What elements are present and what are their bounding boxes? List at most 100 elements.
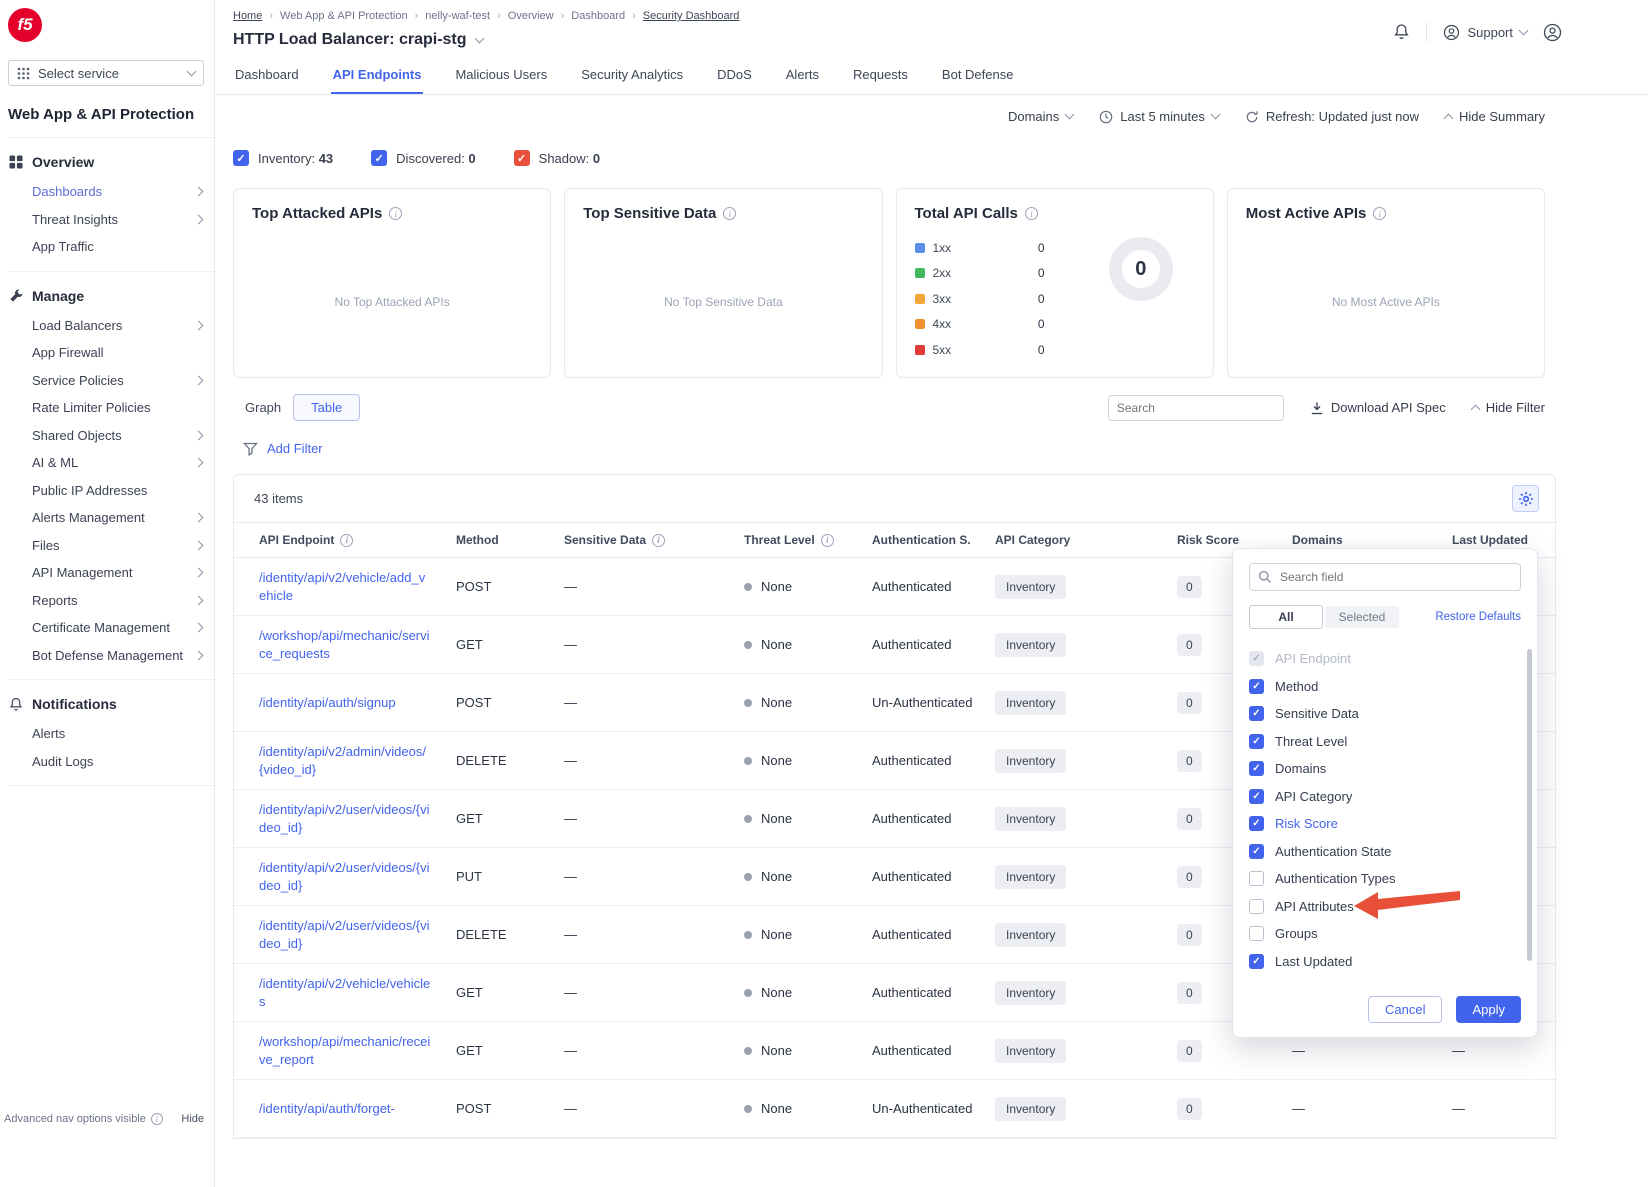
endpoint-link[interactable]: /identity/api/auth/forget- xyxy=(259,1100,431,1118)
sidebar-item-bot-defense-management[interactable]: Bot Defense Management xyxy=(8,642,214,670)
checkbox-icon[interactable]: ✓ xyxy=(1249,761,1264,776)
inventory-filter-inventory[interactable]: ✓Inventory: 43 xyxy=(233,150,333,166)
checkbox-icon[interactable]: ✓ xyxy=(233,150,249,166)
checkbox-icon[interactable]: ✓ xyxy=(1249,679,1264,694)
column-option-authentication-types[interactable]: Authentication Types xyxy=(1249,865,1521,893)
sidebar-item-dashboards[interactable]: Dashboards xyxy=(8,178,214,206)
notification-bell-icon[interactable] xyxy=(1393,23,1410,41)
checkbox-icon[interactable]: ✓ xyxy=(371,150,387,166)
breadcrumb-item-web-app-api-protection[interactable]: Web App & API Protection xyxy=(280,10,408,22)
endpoint-link[interactable]: /workshop/api/mechanic/service_requests xyxy=(259,627,431,662)
sidebar-item-shared-objects[interactable]: Shared Objects xyxy=(8,422,214,450)
column-search-input[interactable] xyxy=(1249,563,1521,591)
inventory-filter-discovered[interactable]: ✓Discovered: 0 xyxy=(371,150,475,166)
panel-scrollbar[interactable] xyxy=(1527,649,1532,961)
column-option-last-updated[interactable]: ✓Last Updated xyxy=(1249,948,1521,976)
apply-button[interactable]: Apply xyxy=(1456,996,1521,1023)
info-icon[interactable]: i xyxy=(723,207,736,220)
breadcrumb-item-nelly-waf-test[interactable]: nelly-waf-test xyxy=(425,10,490,22)
service-selector[interactable]: Select service xyxy=(8,60,204,86)
column-option-authentication-state[interactable]: ✓Authentication State xyxy=(1249,838,1521,866)
sidebar-item-rate-limiter-policies[interactable]: Rate Limiter Policies xyxy=(8,394,214,422)
endpoint-link[interactable]: /workshop/api/mechanic/receive_report xyxy=(259,1033,431,1068)
sidebar-item-threat-insights[interactable]: Threat Insights xyxy=(8,206,214,234)
cancel-button[interactable]: Cancel xyxy=(1368,996,1442,1023)
account-avatar[interactable] xyxy=(1543,23,1562,42)
inventory-filter-shadow[interactable]: ✓Shadow: 0 xyxy=(514,150,600,166)
column-option-api-category[interactable]: ✓API Category xyxy=(1249,783,1521,811)
sidebar-item-service-policies[interactable]: Service Policies xyxy=(8,367,214,395)
table-view-toggle[interactable]: Table xyxy=(293,394,360,421)
segment-selected[interactable]: Selected xyxy=(1325,606,1399,628)
sidebar-item-audit-logs[interactable]: Audit Logs xyxy=(8,748,214,776)
checkbox-icon[interactable]: ✓ xyxy=(1249,954,1264,969)
checkbox-icon[interactable] xyxy=(1249,899,1264,914)
domains-dropdown[interactable]: Domains xyxy=(1008,109,1073,124)
segment-all[interactable]: All xyxy=(1249,605,1323,629)
sidebar-item-alerts-management[interactable]: Alerts Management xyxy=(8,504,214,532)
checkbox-icon[interactable] xyxy=(1249,926,1264,941)
sidebar-item-ai-ml[interactable]: AI & ML xyxy=(8,449,214,477)
checkbox-icon[interactable]: ✓ xyxy=(1249,816,1264,831)
info-icon[interactable]: i xyxy=(1025,207,1038,220)
endpoint-link[interactable]: /identity/api/v2/user/videos/{video_id} xyxy=(259,917,431,952)
column-option-sensitive-data[interactable]: ✓Sensitive Data xyxy=(1249,700,1521,728)
endpoint-link[interactable]: /identity/api/auth/signup xyxy=(259,694,431,712)
refresh-button[interactable]: Refresh: Updated just now xyxy=(1245,109,1419,124)
endpoint-link[interactable]: /identity/api/v2/vehicle/vehicles xyxy=(259,975,431,1010)
column-option-groups[interactable]: Groups xyxy=(1249,920,1521,948)
endpoint-link[interactable]: /identity/api/v2/admin/videos/{video_id} xyxy=(259,743,431,778)
column-option-method[interactable]: ✓Method xyxy=(1249,673,1521,701)
tab-alerts[interactable]: Alerts xyxy=(784,57,821,94)
checkbox-icon[interactable]: ✓ xyxy=(1249,844,1264,859)
breadcrumb-item-security-dashboard[interactable]: Security Dashboard xyxy=(643,10,740,22)
sidebar-item-app-firewall[interactable]: App Firewall xyxy=(8,339,214,367)
breadcrumb-item-overview[interactable]: Overview xyxy=(508,10,554,22)
column-settings-gear-button[interactable] xyxy=(1512,485,1539,512)
checkbox-icon[interactable]: ✓ xyxy=(514,150,530,166)
endpoint-search-input[interactable] xyxy=(1108,395,1284,421)
breadcrumb-item-dashboard[interactable]: Dashboard xyxy=(571,10,625,22)
time-range-dropdown[interactable]: Last 5 minutes xyxy=(1099,109,1219,124)
checkbox-icon[interactable]: ✓ xyxy=(1249,789,1264,804)
info-icon[interactable]: i xyxy=(389,207,402,220)
column-option-api-attributes[interactable]: API Attributes xyxy=(1249,893,1521,921)
sidebar-item-certificate-management[interactable]: Certificate Management xyxy=(8,614,214,642)
f5-logo[interactable]: f5 xyxy=(8,8,42,42)
checkbox-icon[interactable]: ✓ xyxy=(1249,651,1264,666)
tab-security-analytics[interactable]: Security Analytics xyxy=(579,57,685,94)
info-icon[interactable]: i xyxy=(1373,207,1386,220)
table-row[interactable]: /identity/api/auth/forget-POST—NoneUn-Au… xyxy=(234,1080,1557,1138)
checkbox-icon[interactable]: ✓ xyxy=(1249,734,1264,749)
sidebar-item-alerts[interactable]: Alerts xyxy=(8,720,214,748)
sidebar-item-api-management[interactable]: API Management xyxy=(8,559,214,587)
endpoint-link[interactable]: /identity/api/v2/user/videos/{video_id} xyxy=(259,801,431,836)
endpoint-link[interactable]: /identity/api/v2/vehicle/add_vehicle xyxy=(259,569,431,604)
support-menu[interactable]: Support xyxy=(1443,24,1527,41)
chevron-down-icon[interactable] xyxy=(474,33,484,43)
sidebar-item-files[interactable]: Files xyxy=(8,532,214,560)
checkbox-icon[interactable]: ✓ xyxy=(1249,706,1264,721)
sidebar-item-reports[interactable]: Reports xyxy=(8,587,214,615)
sidebar-item-load-balancers[interactable]: Load Balancers xyxy=(8,312,214,340)
tab-malicious-users[interactable]: Malicious Users xyxy=(453,57,549,94)
download-api-spec-button[interactable]: Download API Spec xyxy=(1310,400,1446,415)
hide-advanced-nav-link[interactable]: Hide xyxy=(181,1113,204,1125)
restore-defaults-link[interactable]: Restore Defaults xyxy=(1435,611,1521,623)
column-option-risk-score[interactable]: ✓Risk Score xyxy=(1249,810,1521,838)
graph-view-toggle[interactable]: Graph xyxy=(233,395,293,420)
hide-filter-button[interactable]: Hide Filter xyxy=(1472,400,1545,415)
tab-requests[interactable]: Requests xyxy=(851,57,910,94)
breadcrumb-item-home[interactable]: Home xyxy=(233,10,262,22)
sidebar-item-public-ip-addresses[interactable]: Public IP Addresses xyxy=(8,477,214,505)
checkbox-icon[interactable] xyxy=(1249,871,1264,886)
hide-summary-button[interactable]: Hide Summary xyxy=(1445,109,1545,124)
tab-bot-defense[interactable]: Bot Defense xyxy=(940,57,1016,94)
column-option-domains[interactable]: ✓Domains xyxy=(1249,755,1521,783)
sidebar-item-app-traffic[interactable]: App Traffic xyxy=(8,233,214,261)
column-option-threat-level[interactable]: ✓Threat Level xyxy=(1249,728,1521,756)
tab-dashboard[interactable]: Dashboard xyxy=(233,57,301,94)
tab-api-endpoints[interactable]: API Endpoints xyxy=(331,57,424,94)
tab-ddos[interactable]: DDoS xyxy=(715,57,754,94)
endpoint-link[interactable]: /identity/api/v2/user/videos/{video_id} xyxy=(259,859,431,894)
